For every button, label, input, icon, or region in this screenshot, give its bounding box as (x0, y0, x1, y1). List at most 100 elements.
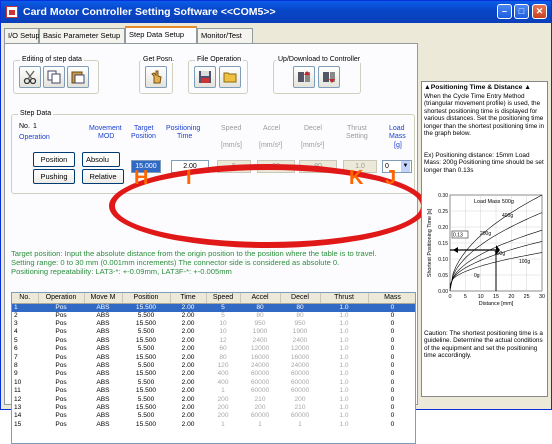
download-button[interactable] (318, 66, 340, 88)
scissors-icon (23, 70, 37, 85)
mass-label: Mass (389, 133, 406, 140)
table-cell: 9 (14, 370, 18, 378)
table-row[interactable]: 14 Pos ABS 5.500 2.00 200 60000 60000 1.0 0 (12, 412, 415, 420)
thrust-setting-label: Setting (346, 133, 368, 140)
upload-button[interactable] (293, 66, 315, 88)
window-title: Card Motor Controller Setting Software <… (23, 6, 276, 18)
table-row[interactable]: 10 Pos ABS 5.500 2.00 400 60000 60000 1.0 0 (12, 378, 415, 387)
y-tick-label: 0.10 (438, 257, 448, 263)
table-row[interactable]: 7 Pos ABS 15.500 2.00 80 16000 16000 1.0 0 (12, 353, 415, 361)
tab-basic-parameter-setup[interactable]: Basic Parameter Setup (39, 28, 125, 43)
column-header[interactable]: Move M (84, 293, 123, 304)
legend-label: Load Mass 500g (474, 199, 514, 205)
tab-io-setup[interactable]: I/O Setup (4, 28, 40, 43)
tab-step-data-setup[interactable]: Step Data Setup (125, 26, 197, 44)
relative-button[interactable]: Relative (82, 169, 124, 184)
table-cell: ABS (96, 362, 110, 370)
table-row[interactable]: 15 Pos ABS 15.500 2.00 1 1 1 1.0 0 (12, 421, 415, 429)
curve-label: 400g (502, 213, 513, 219)
table-row[interactable]: 13 Pos ABS 15.500 2.00 200 200 210 1.0 0 (12, 403, 415, 412)
close-button[interactable]: ✕ (532, 4, 547, 19)
table-cell: 12000 (290, 345, 310, 353)
get-position-button[interactable] (145, 66, 167, 88)
maximize-button[interactable]: □ (514, 4, 529, 19)
column-header[interactable]: Speed (206, 293, 241, 304)
minimize-button[interactable]: – (497, 4, 512, 19)
chevron-down-icon[interactable]: ▼ (401, 161, 410, 172)
table-cell: 15.500 (135, 353, 157, 361)
table-row[interactable]: 4 Pos ABS 5.500 2.00 10 1900 1900 1.0 0 (12, 328, 415, 336)
table-row[interactable]: 3 Pos ABS 15.500 2.00 10 950 950 1.0 0 (12, 320, 415, 328)
table-cell: ABS (96, 412, 110, 420)
table-cell: 10 (14, 378, 22, 386)
table-row[interactable]: 11 Pos ABS 15.500 2.00 1 60000 60000 1.0 0 (12, 387, 415, 395)
tab-monitor-test[interactable]: Monitor/Test (197, 28, 253, 43)
editing-group-label: Editing of step data (20, 56, 84, 63)
column-header[interactable]: Thrust (320, 293, 369, 304)
ref-time-label: 0.13 (453, 233, 463, 239)
table-cell: 0 (390, 403, 395, 411)
paste-button[interactable] (67, 66, 89, 88)
table-cell: ABS (96, 403, 110, 411)
column-header[interactable]: Time (170, 293, 207, 304)
table-row[interactable]: 12 Pos ABS 5.500 2.00 200 210 200 1.0 0 (12, 395, 415, 403)
title-bar[interactable]: Card Motor Controller Setting Software <… (1, 1, 551, 23)
save-button[interactable] (194, 66, 216, 88)
table-cell: ABS (96, 353, 110, 361)
table-row[interactable]: 2 Pos ABS 5.500 2.00 5 80 80 1.0 0 (12, 311, 415, 320)
table-cell: 2400 (292, 336, 308, 344)
table-cell: 80 (280, 303, 320, 312)
step-data-table[interactable]: No. Operation Move M Position Time Speed Accel… (11, 292, 416, 444)
table-row[interactable]: 5 Pos ABS 15.500 2.00 12 2400 2400 1.0 0 (12, 336, 415, 345)
table-cell: ABS (96, 370, 110, 378)
column-header[interactable]: Mass (368, 293, 415, 304)
curve-label: 0g (474, 273, 480, 279)
column-header[interactable]: No. (12, 293, 39, 304)
pushing-mode-button[interactable]: Pushing (33, 169, 75, 184)
table-cell: 60000 (290, 370, 310, 378)
table-cell: ABS (96, 311, 110, 319)
table-row[interactable]: 8 Pos ABS 5.500 2.00 120 24000 24000 1.0 0 (12, 362, 415, 370)
open-button[interactable] (219, 66, 241, 88)
table-cell: 1.0 (339, 370, 349, 378)
table-cell: 1.0 (339, 403, 349, 411)
table-cell: 5 (206, 303, 240, 312)
table-cell: 1.0 (339, 320, 349, 328)
table-cell: ABS (96, 328, 110, 336)
guide-description: When the Cycle Time Entry Method (triang… (424, 93, 545, 138)
accel-unit: [mm/s²] (259, 142, 283, 149)
column-header[interactable]: Decel (280, 293, 321, 304)
table-cell: 80 (296, 311, 304, 319)
table-cell: ABS (96, 395, 110, 403)
position-mode-button[interactable]: Position (33, 152, 75, 167)
x-axis-label: Distance [mm] (479, 301, 514, 307)
table-cell: 2400 (252, 336, 268, 344)
table-cell: 2.00 (181, 311, 195, 319)
table-cell: 2.00 (181, 403, 195, 411)
x-tick-label: 0 (449, 294, 452, 300)
table-row[interactable]: 9 Pos ABS 15.500 2.00 400 60000 60000 1.0 0 (12, 370, 415, 378)
table-cell: 60 (219, 345, 227, 353)
column-header[interactable]: Operation (38, 293, 85, 304)
table-cell: 15.500 (135, 370, 157, 378)
floppy-disk-icon (198, 70, 212, 84)
table-cell: Pos (55, 395, 67, 403)
curve-label: 200g (480, 231, 491, 237)
table-cell: 7 (14, 353, 18, 361)
table-cell: 2.00 (181, 395, 195, 403)
absolute-button[interactable]: Absolu (82, 152, 120, 167)
table-cell: 1.0 (339, 378, 349, 386)
table-cell: 60000 (290, 387, 310, 395)
table-cell: 2.00 (181, 336, 195, 344)
y-tick-label: 0.30 (438, 193, 448, 199)
column-header[interactable]: Accel (240, 293, 281, 304)
cut-button[interactable] (19, 66, 41, 88)
table-row[interactable]: 6 Pos ABS 5.500 2.00 60 12000 12000 1.0 0 (12, 345, 415, 353)
table-cell: 0 (390, 320, 395, 328)
table-cell: 1.0 (339, 362, 349, 370)
copy-button[interactable] (43, 66, 65, 88)
column-header[interactable]: Position (122, 293, 171, 304)
upload-icon (297, 70, 311, 84)
table-row[interactable]: 1 Pos ABS 15.500 2.00 5 80 80 1.0 0 (12, 303, 415, 312)
time-label: Time (177, 133, 193, 140)
